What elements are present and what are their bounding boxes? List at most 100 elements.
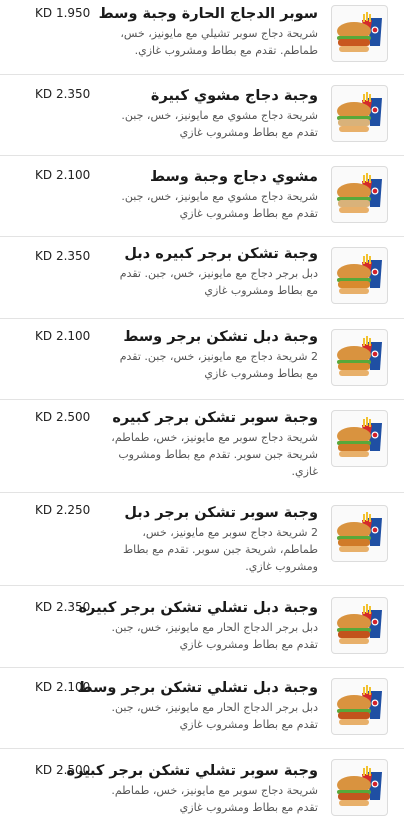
fry-stick bbox=[363, 256, 365, 264]
super-chicken-burger-image bbox=[337, 417, 382, 457]
fry-stick bbox=[366, 685, 368, 694]
price-value: 2.350 bbox=[55, 600, 91, 614]
currency-label: KD bbox=[35, 6, 53, 20]
burger-bun-bottom-icon bbox=[339, 719, 369, 725]
menu-item-name: وجبة سوبر تشكن برجر كبيره bbox=[112, 410, 318, 426]
fry-stick bbox=[366, 173, 368, 182]
patty-layer bbox=[338, 539, 370, 546]
menu-item-description: 2 شريحة دجاج مع مايونيز، خس، جبن. تقدم م… bbox=[119, 350, 318, 380]
fry-stick bbox=[366, 512, 368, 521]
fry-stick bbox=[363, 514, 365, 522]
menu-item-name: مشوي دجاج وجبة وسط bbox=[149, 169, 318, 185]
meal-thumbnail[interactable] bbox=[331, 410, 388, 467]
menu-item[interactable]: وجبة سوبر تشكن برجر دبل 2 شريحة دجاج سوب… bbox=[0, 493, 404, 586]
chicken-burger-meal-image bbox=[337, 254, 382, 294]
patty-layer bbox=[338, 444, 370, 451]
burger-bun-bottom-icon bbox=[339, 370, 369, 376]
menu-item-price: KD 2.350 bbox=[35, 600, 90, 614]
fry-stick bbox=[366, 604, 368, 613]
fry-stick bbox=[363, 606, 365, 614]
fry-stick bbox=[366, 336, 368, 345]
meal-thumbnail[interactable] bbox=[331, 329, 388, 386]
patty-layer bbox=[338, 119, 370, 126]
burger-bun-bottom-icon bbox=[339, 46, 369, 52]
menu-item[interactable]: وجبة سوبر تشلي تشكن برجر كبيره شريحة دجا… bbox=[0, 749, 404, 837]
burger-bun-bottom-icon bbox=[339, 451, 369, 457]
patty-layer bbox=[338, 712, 370, 719]
fry-stick bbox=[366, 254, 368, 263]
menu-item-text: مشوي دجاج وجبة وسط شريحة دجاج مشوي مع ما… bbox=[108, 167, 318, 222]
price-value: 2.350 bbox=[55, 87, 91, 101]
menu-item-text: وجبة دبل تشلي تشكن برجر كبيره دبل برجر ا… bbox=[78, 598, 319, 653]
currency-label: KD bbox=[35, 329, 53, 343]
menu-item-text: وجبة دبل تشكن برجر وسط 2 شريحة دجاج مع م… bbox=[108, 327, 318, 382]
menu-item-price: KD 2.500 bbox=[35, 763, 90, 777]
drink-logo-center bbox=[372, 619, 378, 625]
fry-stick bbox=[369, 14, 371, 22]
price-value: 2.350 bbox=[55, 249, 91, 263]
fry-stick bbox=[366, 92, 368, 101]
menu-item-name: وجبة تشكن برجر كبيره دبل bbox=[124, 246, 318, 262]
double-chili-chicken-image bbox=[337, 604, 382, 644]
meal-thumbnail[interactable] bbox=[331, 597, 388, 654]
fry-stick bbox=[369, 256, 371, 264]
drink-logo-center bbox=[372, 269, 378, 275]
menu-item[interactable]: وجبة دبل تشلي تشكن برجر وسط دبل برجر الد… bbox=[0, 668, 404, 749]
fry-stick bbox=[369, 606, 371, 614]
menu-item[interactable]: وجبة دبل تشكن برجر وسط 2 شريحة دجاج مع م… bbox=[0, 319, 404, 400]
menu-item[interactable]: سوبر الدجاج الحارة وجبة وسط شريحة دجاج س… bbox=[0, 0, 404, 75]
menu-item-price: KD 1.950 bbox=[35, 6, 90, 20]
drink-logo-center bbox=[372, 27, 378, 33]
meal-thumbnail[interactable] bbox=[331, 505, 388, 562]
patty-layer bbox=[338, 39, 370, 46]
patty-layer bbox=[338, 631, 370, 638]
grilled-chicken-meal-image bbox=[337, 173, 382, 213]
meal-thumbnail[interactable] bbox=[331, 5, 388, 62]
menu-item-price: KD 2.350 bbox=[35, 249, 90, 263]
meal-thumbnail[interactable] bbox=[331, 678, 388, 735]
fry-stick bbox=[369, 419, 371, 427]
fry-stick bbox=[369, 768, 371, 776]
fry-stick bbox=[369, 687, 371, 695]
price-value: 2.100 bbox=[55, 329, 91, 343]
drink-logo-center bbox=[372, 107, 378, 113]
menu-item[interactable]: وجبة تشكن برجر كبيره دبل دبل برجر دجاج م… bbox=[0, 237, 404, 319]
menu-item-text: وجبة سوبر تشكن برجر كبيره شريحة دجاج سوب… bbox=[108, 408, 318, 480]
patty-layer bbox=[338, 281, 370, 288]
menu-item-description: شريحة دجاج مشوي مع مايونيز، خس، جبن. تقد… bbox=[121, 190, 318, 220]
menu-item-description: شريحة دجاج سوبر مع مايونيز، خس، طماطم. ت… bbox=[111, 784, 318, 814]
menu-item-text: وجبة دبل تشلي تشكن برجر وسط دبل برجر الد… bbox=[78, 678, 318, 733]
meal-thumbnail[interactable] bbox=[331, 166, 388, 223]
menu-item-name: وجبة دبل تشلي تشكن برجر كبيره bbox=[78, 600, 319, 616]
currency-label: KD bbox=[35, 410, 53, 424]
menu-item[interactable]: وجبة سوبر تشكن برجر كبيره شريحة دجاج سوب… bbox=[0, 400, 404, 493]
fry-stick bbox=[369, 338, 371, 346]
drink-logo-center bbox=[372, 351, 378, 357]
currency-label: KD bbox=[35, 87, 53, 101]
price-value: 2.250 bbox=[55, 503, 91, 517]
meal-thumbnail[interactable] bbox=[331, 247, 388, 304]
menu-item[interactable]: مشوي دجاج وجبة وسط شريحة دجاج مشوي مع ما… bbox=[0, 156, 404, 237]
menu-item[interactable]: وجبة دجاج مشوي كبيرة شريحة دجاج مشوي مع … bbox=[0, 75, 404, 156]
fry-stick bbox=[363, 14, 365, 22]
currency-label: KD bbox=[35, 763, 53, 777]
currency-label: KD bbox=[35, 600, 53, 614]
menu-item[interactable]: وجبة دبل تشلي تشكن برجر كبيره دبل برجر ا… bbox=[0, 586, 404, 668]
fry-stick bbox=[366, 12, 368, 21]
burger-bun-bottom-icon bbox=[339, 288, 369, 294]
menu-item-description: دبل برجر دجاج مع مايونيز، خس، جبن. تقدم … bbox=[119, 267, 318, 297]
spicy-chicken-meal-image bbox=[337, 12, 382, 52]
meal-thumbnail[interactable] bbox=[331, 85, 388, 142]
menu-item-name: وجبة دبل تشكن برجر وسط bbox=[123, 329, 318, 345]
fry-stick bbox=[363, 419, 365, 427]
menu-item-text: وجبة سوبر تشكن برجر دبل 2 شريحة دجاج سوب… bbox=[108, 503, 318, 575]
price-value: 2.100 bbox=[55, 680, 91, 694]
fry-stick bbox=[366, 766, 368, 775]
menu-item-name: سوبر الدجاج الحارة وجبة وسط bbox=[98, 6, 318, 22]
patty-layer bbox=[338, 363, 370, 370]
grilled-chicken-meal-image bbox=[337, 92, 382, 132]
meal-thumbnail[interactable] bbox=[331, 759, 388, 816]
currency-label: KD bbox=[35, 503, 53, 517]
currency-label: KD bbox=[35, 168, 53, 182]
burger-bun-bottom-icon bbox=[339, 800, 369, 806]
